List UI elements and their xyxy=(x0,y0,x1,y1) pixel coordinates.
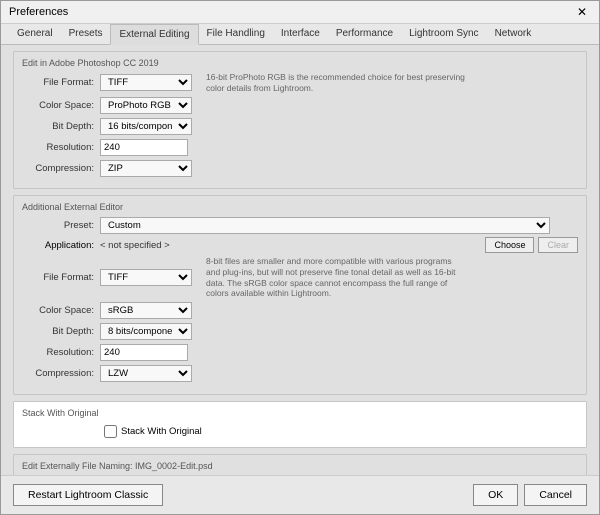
titlebar: Preferences ✕ xyxy=(1,1,599,24)
clear-button: Clear xyxy=(538,237,578,253)
section-title: Edit Externally File Naming: IMG_0002-Ed… xyxy=(22,461,578,471)
select-bit-depth[interactable]: 16 bits/component xyxy=(100,118,192,135)
label-bit-depth-2: Bit Depth: xyxy=(22,326,100,337)
label-compression: Compression: xyxy=(22,163,100,174)
tab-external-editing[interactable]: External Editing xyxy=(110,24,198,45)
section-title: Edit in Adobe Photoshop CC 2019 xyxy=(22,58,578,68)
select-color-space-2[interactable]: sRGB xyxy=(100,302,192,319)
select-preset[interactable]: Custom xyxy=(100,217,550,234)
checkbox-stack-with-original[interactable] xyxy=(104,425,117,438)
label-file-format-2: File Format: xyxy=(22,272,100,283)
help-text-2: 8-bit files are smaller and more compati… xyxy=(206,256,466,299)
tab-file-handling[interactable]: File Handling xyxy=(199,24,273,44)
section-title: Stack With Original xyxy=(22,408,578,418)
section-file-naming: Edit Externally File Naming: IMG_0002-Ed… xyxy=(13,454,587,475)
label-application: Application: xyxy=(22,240,100,251)
label-color-space: Color Space: xyxy=(22,100,100,111)
checkbox-label[interactable]: Stack With Original xyxy=(121,426,202,437)
close-icon[interactable]: ✕ xyxy=(573,5,591,19)
application-value: < not specified > xyxy=(100,240,485,251)
label-file-format: File Format: xyxy=(22,77,100,88)
select-compression-2[interactable]: LZW xyxy=(100,365,192,382)
select-color-space[interactable]: ProPhoto RGB xyxy=(100,97,192,114)
label-resolution-2: Resolution: xyxy=(22,347,100,358)
tab-interface[interactable]: Interface xyxy=(273,24,328,44)
choose-button[interactable]: Choose xyxy=(485,237,534,253)
select-compression[interactable]: ZIP xyxy=(100,160,192,177)
input-resolution-2[interactable] xyxy=(100,344,188,361)
label-preset: Preset: xyxy=(22,220,100,231)
content: Edit in Adobe Photoshop CC 2019 File For… xyxy=(1,45,599,475)
tab-network[interactable]: Network xyxy=(487,24,540,44)
section-additional-editor: Additional External Editor Preset: Custo… xyxy=(13,195,587,395)
tab-lightroom-sync[interactable]: Lightroom Sync xyxy=(401,24,486,44)
restart-button[interactable]: Restart Lightroom Classic xyxy=(13,484,163,506)
ok-button[interactable]: OK xyxy=(473,484,518,506)
select-file-format-2[interactable]: TIFF xyxy=(100,269,192,286)
window-title: Preferences xyxy=(9,6,68,18)
tab-performance[interactable]: Performance xyxy=(328,24,401,44)
section-stack-original: Stack With Original Stack With Original xyxy=(13,401,587,448)
footer: Restart Lightroom Classic OK Cancel xyxy=(1,475,599,514)
label-resolution: Resolution: xyxy=(22,142,100,153)
tabs: General Presets External Editing File Ha… xyxy=(1,24,599,45)
help-text: 16-bit ProPhoto RGB is the recommended c… xyxy=(206,72,466,93)
select-file-format[interactable]: TIFF xyxy=(100,74,192,91)
section-edit-photoshop: Edit in Adobe Photoshop CC 2019 File For… xyxy=(13,51,587,189)
input-resolution[interactable] xyxy=(100,139,188,156)
label-bit-depth: Bit Depth: xyxy=(22,121,100,132)
cancel-button[interactable]: Cancel xyxy=(524,484,587,506)
label-color-space-2: Color Space: xyxy=(22,305,100,316)
preferences-window: Preferences ✕ General Presets External E… xyxy=(0,0,600,515)
label-compression-2: Compression: xyxy=(22,368,100,379)
tab-presets[interactable]: Presets xyxy=(61,24,111,44)
section-title: Additional External Editor xyxy=(22,202,578,212)
select-bit-depth-2[interactable]: 8 bits/component xyxy=(100,323,192,340)
tab-general[interactable]: General xyxy=(9,24,61,44)
